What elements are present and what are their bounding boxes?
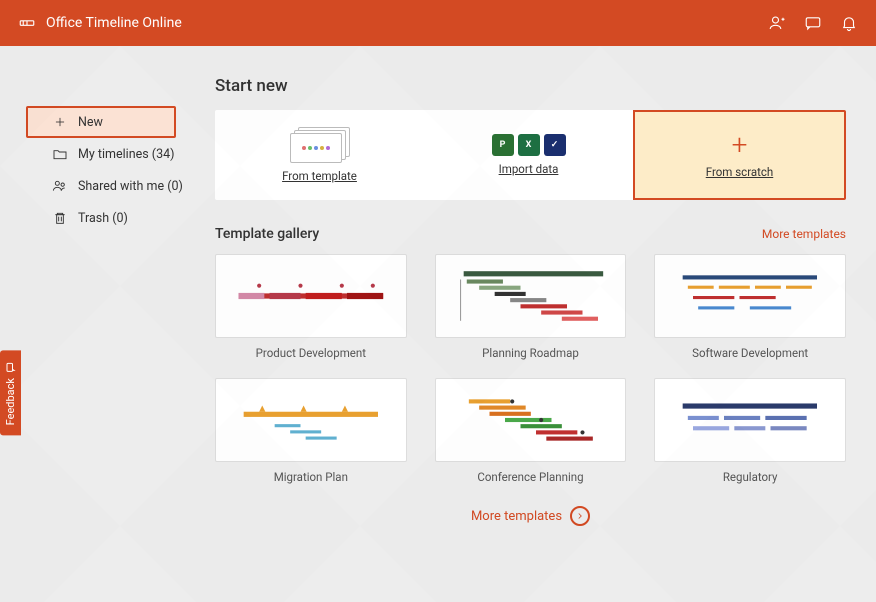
header-right [768,14,858,32]
template-name: Conference Planning [477,470,583,484]
sidebar-item-label: Shared with me (0) [78,179,183,194]
speech-icon [5,360,17,373]
feedback-label: Feedback [4,378,17,425]
plus-icon [52,114,68,130]
start-new-title: Start new [215,76,846,96]
template-thumb [435,378,627,462]
start-label: Import data [499,162,559,176]
main-content: New My timelines (34) Shared with me (0)… [0,46,876,602]
template-thumb [215,254,407,338]
more-templates-button[interactable]: More templates [215,506,846,526]
chat-icon[interactable] [804,14,822,32]
gallery-header: Template gallery More templates [215,226,846,242]
arrow-right-icon [570,506,590,526]
template-thumb [215,378,407,462]
start-new-row: From template P X ✓ Import data + From s… [215,110,846,200]
more-templates-link[interactable]: More templates [762,227,846,241]
template-migration-plan[interactable]: Migration Plan [215,378,407,484]
import-icons: P X ✓ [492,134,566,156]
template-name: Planning Roadmap [482,346,579,360]
start-label: From scratch [706,165,774,179]
start-from-template[interactable]: From template [215,110,424,200]
template-stack-icon [290,127,350,163]
folder-icon [52,146,68,162]
sidebar: New My timelines (34) Shared with me (0)… [20,66,195,582]
start-label: From template [282,169,357,183]
check-icon: ✓ [544,134,566,156]
template-software-development[interactable]: Software Development [654,254,846,360]
start-from-scratch[interactable]: + From scratch [633,110,846,200]
sidebar-item-new[interactable]: New [26,106,176,138]
template-product-development[interactable]: Product Development [215,254,407,360]
sidebar-item-my-timelines[interactable]: My timelines (34) [40,138,195,170]
template-thumb [654,378,846,462]
template-planning-roadmap[interactable]: Planning Roadmap [435,254,627,360]
timeline-icon [18,14,36,32]
template-name: Regulatory [723,470,778,484]
feedback-tab[interactable]: Feedback [0,350,21,435]
people-icon [52,178,68,194]
more-templates-label: More templates [471,509,562,524]
template-name: Software Development [692,346,808,360]
sidebar-item-trash[interactable]: Trash (0) [40,202,195,234]
trash-icon [52,210,68,226]
start-import-data[interactable]: P X ✓ Import data [424,110,633,200]
plus-large-icon: + [732,131,748,159]
bell-icon[interactable] [840,14,858,32]
main-panel: Start new From [215,66,846,582]
gallery-title: Template gallery [215,226,319,242]
template-thumb [654,254,846,338]
header-left: Office Timeline Online [18,14,182,32]
template-conference-planning[interactable]: Conference Planning [435,378,627,484]
template-thumb [435,254,627,338]
project-icon: P [492,134,514,156]
sidebar-item-label: Trash (0) [78,211,128,226]
template-name: Product Development [256,346,366,360]
sidebar-item-shared[interactable]: Shared with me (0) [40,170,195,202]
gallery-grid: Product Development [215,254,846,484]
template-regulatory[interactable]: Regulatory [654,378,846,484]
sidebar-item-label: My timelines (34) [78,147,175,162]
template-name: Migration Plan [274,470,348,484]
add-user-icon[interactable] [768,14,786,32]
app-header: Office Timeline Online [0,0,876,46]
excel-icon: X [518,134,540,156]
sidebar-item-label: New [78,115,103,130]
app-title: Office Timeline Online [46,15,182,31]
